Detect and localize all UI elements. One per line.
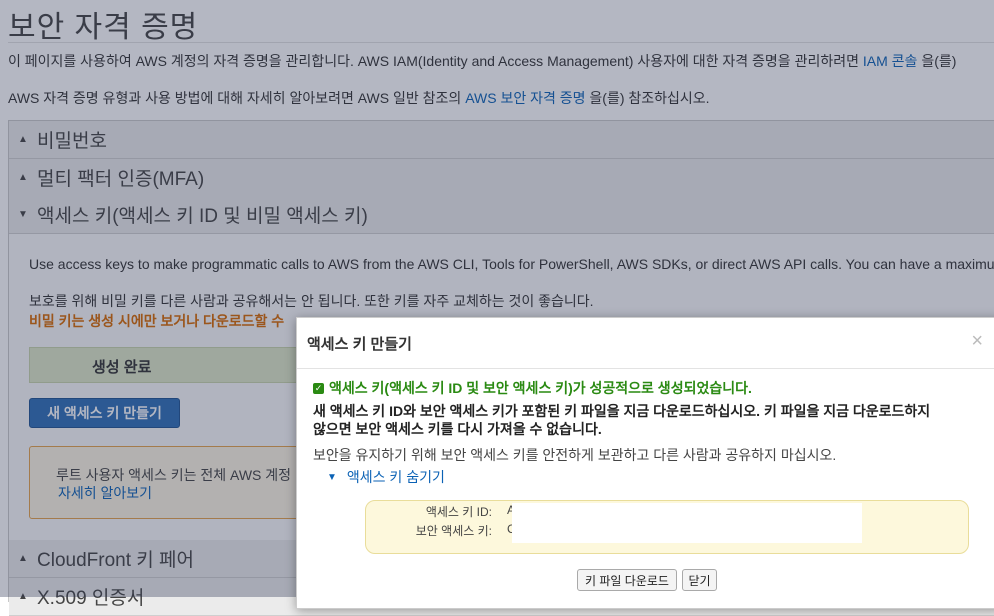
download-warning-line-1: 새 액세스 키 ID와 보안 액세스 키가 포함된 키 파일을 지금 다운로드하…	[313, 403, 931, 419]
modal-title: 액세스 키 만들기	[307, 336, 412, 353]
success-text: 액세스 키(액세스 키 ID 및 보안 액세스 키)가 성공적으로 생성되었습니…	[329, 380, 752, 396]
access-key-id-label: 액세스 키 ID:	[425, 505, 492, 519]
access-key-box: 액세스 키 ID: A 보안 액세스 키: C	[365, 500, 969, 554]
secret-access-key-label: 보안 액세스 키:	[415, 524, 492, 538]
hide-access-key-toggle[interactable]: ▼ 액세스 키 숨기기	[327, 467, 445, 487]
triangle-down-icon: ▼	[327, 471, 337, 483]
security-info: 보안을 유지하기 위해 보안 액세스 키를 안전하게 보관하고 다른 사람과 공…	[313, 447, 837, 463]
close-button[interactable]: 닫기	[682, 569, 717, 591]
modal-header: 액세스 키 만들기 ×	[297, 318, 994, 369]
download-warning-line-2: 않으면 보안 액세스 키를 다시 가져올 수 없습니다.	[313, 421, 602, 437]
check-icon: ✓	[313, 382, 324, 394]
redacted-area	[512, 503, 862, 543]
toggle-label: 액세스 키 숨기기	[346, 469, 445, 485]
success-message: ✓ 액세스 키(액세스 키 ID 및 보안 액세스 키)가 성공적으로 생성되었…	[313, 378, 752, 398]
close-icon[interactable]: ×	[971, 330, 983, 353]
download-key-file-button[interactable]: 키 파일 다운로드	[577, 569, 677, 591]
create-access-key-dialog: 액세스 키 만들기 × ✓ 액세스 키(액세스 키 ID 및 보안 액세스 키)…	[296, 317, 994, 609]
